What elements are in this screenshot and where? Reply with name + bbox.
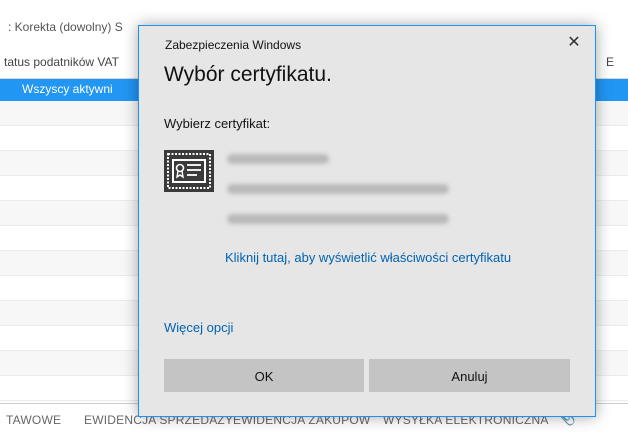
certificate-validity-redacted [227,214,449,224]
certificate-dialog: Zabezpieczenia Windows ✕ Wybór certyfika… [138,25,596,417]
selected-row-label: Wszyscy aktywni [22,82,113,96]
filter-label: : Korekta (dowolny) S [8,20,123,34]
dialog-caption: Zabezpieczenia Windows [165,38,302,52]
ok-button[interactable]: OK [164,359,364,392]
choose-certificate-label: Wybierz certyfikat: [164,116,271,131]
more-options-link[interactable]: Więcej opcji [164,320,233,335]
close-icon[interactable]: ✕ [561,32,587,54]
certificate-subject-redacted [227,154,329,164]
certificate-issuer-redacted [227,184,449,194]
certificate-properties-link[interactable]: Kliknij tutaj, aby wyświetlić właściwośc… [225,249,545,266]
certificate-icon[interactable] [164,150,214,192]
column-header-e[interactable]: E [606,55,614,69]
tab-basic[interactable]: TAWOWE [6,413,61,427]
cancel-button[interactable]: Anuluj [369,359,570,392]
column-header-vat-status[interactable]: tatus podatników VAT [4,55,119,69]
dialog-title: Wybór certyfikatu. [164,63,332,86]
